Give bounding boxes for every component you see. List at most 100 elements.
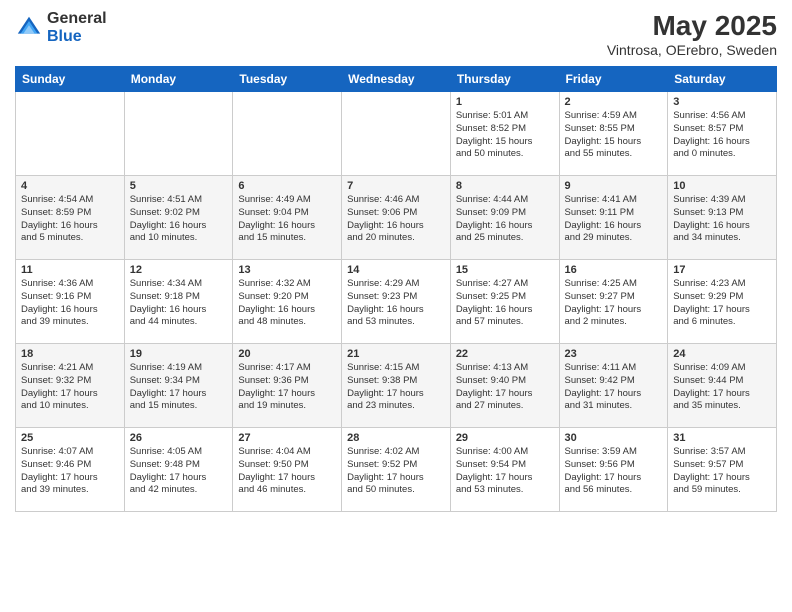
calendar-cell-w1-d3 — [342, 92, 451, 176]
calendar-cell-w1-d2 — [233, 92, 342, 176]
calendar-cell-w4-d3: 21 Sunrise: 4:15 AM Sunset: 9:38 PM Dayli… — [342, 344, 451, 428]
logo-text: General Blue — [47, 10, 107, 45]
day-info: Sunrise: 3:59 AM Sunset: 9:56 PM Dayligh… — [565, 446, 663, 497]
calendar-cell-w5-d5: 30 Sunrise: 3:59 AM Sunset: 9:56 PM Dayli… — [559, 428, 668, 512]
header: General Blue May 2025 Vintrosa, OErebro,… — [15, 10, 777, 58]
day-number: 10 — [673, 180, 771, 192]
day-number: 15 — [456, 264, 554, 276]
calendar-subtitle: Vintrosa, OErebro, Sweden — [607, 42, 777, 58]
calendar-cell-w2-d3: 7 Sunrise: 4:46 AM Sunset: 9:06 PM Daylig… — [342, 176, 451, 260]
day-number: 3 — [673, 96, 771, 108]
calendar-cell-w4-d2: 20Sunrise: 4:17 AM Sunset: 9:36 PM Dayli… — [233, 344, 342, 428]
day-info: Sunrise: 4:21 AM Sunset: 9:32 PM Dayligh… — [21, 362, 119, 413]
day-info: Sunrise: 4:46 AM Sunset: 9:06 PM Dayligh… — [347, 194, 445, 245]
day-number: 8 — [456, 180, 554, 192]
calendar-cell-w4-d1: 19Sunrise: 4:19 AM Sunset: 9:34 PM Dayli… — [124, 344, 233, 428]
day-number: 6 — [238, 180, 336, 192]
day-number: 30 — [565, 432, 663, 444]
header-thursday: Thursday — [450, 67, 559, 92]
calendar-cell-w3-d1: 12Sunrise: 4:34 AM Sunset: 9:18 PM Dayli… — [124, 260, 233, 344]
day-info: Sunrise: 4:02 AM Sunset: 9:52 PM Dayligh… — [347, 446, 445, 497]
calendar-header-row: Sunday Monday Tuesday Wednesday Thursday… — [16, 67, 777, 92]
day-info: Sunrise: 4:36 AM Sunset: 9:16 PM Dayligh… — [21, 278, 119, 329]
calendar-cell-w5-d4: 29Sunrise: 4:00 AM Sunset: 9:54 PM Dayli… — [450, 428, 559, 512]
calendar-cell-w5-d3: 28Sunrise: 4:02 AM Sunset: 9:52 PM Dayli… — [342, 428, 451, 512]
calendar-table: Sunday Monday Tuesday Wednesday Thursday… — [15, 66, 777, 512]
day-info: Sunrise: 4:49 AM Sunset: 9:04 PM Dayligh… — [238, 194, 336, 245]
calendar-cell-w3-d2: 13 Sunrise: 4:32 AM Sunset: 9:20 PM Dayli… — [233, 260, 342, 344]
day-number: 14 — [347, 264, 445, 276]
day-number: 1 — [456, 96, 554, 108]
calendar-cell-w2-d5: 9 Sunrise: 4:41 AM Sunset: 9:11 PM Daylig… — [559, 176, 668, 260]
calendar-cell-w3-d0: 11 Sunrise: 4:36 AM Sunset: 9:16 PM Dayli… — [16, 260, 125, 344]
day-number: 24 — [673, 348, 771, 360]
day-info: Sunrise: 4:51 AM Sunset: 9:02 PM Dayligh… — [130, 194, 228, 245]
calendar-title: May 2025 — [607, 10, 777, 42]
calendar-cell-w2-d6: 10 Sunrise: 4:39 AM Sunset: 9:13 PM Dayli… — [668, 176, 777, 260]
calendar-cell-w4-d0: 18 Sunrise: 4:21 AM Sunset: 9:32 PM Dayli… — [16, 344, 125, 428]
day-info: Sunrise: 4:23 AM Sunset: 9:29 PM Dayligh… — [673, 278, 771, 329]
day-info: Sunrise: 4:27 AM Sunset: 9:25 PM Dayligh… — [456, 278, 554, 329]
day-number: 11 — [21, 264, 119, 276]
day-info: Sunrise: 4:39 AM Sunset: 9:13 PM Dayligh… — [673, 194, 771, 245]
calendar-cell-w3-d6: 17 Sunrise: 4:23 AM Sunset: 9:29 PM Dayli… — [668, 260, 777, 344]
day-info: Sunrise: 4:59 AM Sunset: 8:55 PM Dayligh… — [565, 110, 663, 161]
week-row-4: 18 Sunrise: 4:21 AM Sunset: 9:32 PM Dayli… — [16, 344, 777, 428]
day-info: Sunrise: 4:04 AM Sunset: 9:50 PM Dayligh… — [238, 446, 336, 497]
logo-icon — [15, 14, 43, 42]
week-row-3: 11 Sunrise: 4:36 AM Sunset: 9:16 PM Dayli… — [16, 260, 777, 344]
day-number: 17 — [673, 264, 771, 276]
calendar-cell-w5-d0: 25 Sunrise: 4:07 AM Sunset: 9:46 PM Dayli… — [16, 428, 125, 512]
header-saturday: Saturday — [668, 67, 777, 92]
logo-blue: Blue — [47, 28, 107, 46]
calendar-cell-w1-d0 — [16, 92, 125, 176]
header-sunday: Sunday — [16, 67, 125, 92]
day-number: 13 — [238, 264, 336, 276]
day-info: Sunrise: 4:25 AM Sunset: 9:27 PM Dayligh… — [565, 278, 663, 329]
day-number: 5 — [130, 180, 228, 192]
calendar-cell-w5-d1: 26 Sunrise: 4:05 AM Sunset: 9:48 PM Dayli… — [124, 428, 233, 512]
day-info: Sunrise: 4:13 AM Sunset: 9:40 PM Dayligh… — [456, 362, 554, 413]
day-info: Sunrise: 4:41 AM Sunset: 9:11 PM Dayligh… — [565, 194, 663, 245]
calendar-cell-w4-d6: 24 Sunrise: 4:09 AM Sunset: 9:44 PM Dayli… — [668, 344, 777, 428]
day-info: Sunrise: 4:32 AM Sunset: 9:20 PM Dayligh… — [238, 278, 336, 329]
day-info: Sunrise: 4:19 AM Sunset: 9:34 PM Dayligh… — [130, 362, 228, 413]
day-number: 29 — [456, 432, 554, 444]
day-info: Sunrise: 4:29 AM Sunset: 9:23 PM Dayligh… — [347, 278, 445, 329]
day-info: Sunrise: 4:15 AM Sunset: 9:38 PM Dayligh… — [347, 362, 445, 413]
calendar-cell-w2-d2: 6 Sunrise: 4:49 AM Sunset: 9:04 PM Daylig… — [233, 176, 342, 260]
day-info: Sunrise: 4:07 AM Sunset: 9:46 PM Dayligh… — [21, 446, 119, 497]
calendar-cell-w5-d6: 31Sunrise: 3:57 AM Sunset: 9:57 PM Dayli… — [668, 428, 777, 512]
header-wednesday: Wednesday — [342, 67, 451, 92]
calendar-cell-w1-d5: 2 Sunrise: 4:59 AM Sunset: 8:55 PM Daylig… — [559, 92, 668, 176]
day-info: Sunrise: 4:11 AM Sunset: 9:42 PM Dayligh… — [565, 362, 663, 413]
day-number: 7 — [347, 180, 445, 192]
day-info: Sunrise: 4:09 AM Sunset: 9:44 PM Dayligh… — [673, 362, 771, 413]
calendar-cell-w1-d4: 1Sunrise: 5:01 AM Sunset: 8:52 PM Daylig… — [450, 92, 559, 176]
day-number: 2 — [565, 96, 663, 108]
calendar-cell-w3-d3: 14 Sunrise: 4:29 AM Sunset: 9:23 PM Dayli… — [342, 260, 451, 344]
day-info: Sunrise: 4:05 AM Sunset: 9:48 PM Dayligh… — [130, 446, 228, 497]
header-tuesday: Tuesday — [233, 67, 342, 92]
week-row-1: 1Sunrise: 5:01 AM Sunset: 8:52 PM Daylig… — [16, 92, 777, 176]
day-number: 16 — [565, 264, 663, 276]
day-number: 23 — [565, 348, 663, 360]
calendar-cell-w3-d4: 15 Sunrise: 4:27 AM Sunset: 9:25 PM Dayli… — [450, 260, 559, 344]
day-info: Sunrise: 4:54 AM Sunset: 8:59 PM Dayligh… — [21, 194, 119, 245]
day-number: 22 — [456, 348, 554, 360]
day-number: 9 — [565, 180, 663, 192]
day-number: 18 — [21, 348, 119, 360]
day-number: 12 — [130, 264, 228, 276]
week-row-5: 25 Sunrise: 4:07 AM Sunset: 9:46 PM Dayli… — [16, 428, 777, 512]
day-number: 27 — [238, 432, 336, 444]
calendar-cell-w4-d5: 23 Sunrise: 4:11 AM Sunset: 9:42 PM Dayli… — [559, 344, 668, 428]
day-info: Sunrise: 4:56 AM Sunset: 8:57 PM Dayligh… — [673, 110, 771, 161]
day-number: 26 — [130, 432, 228, 444]
week-row-2: 4Sunrise: 4:54 AM Sunset: 8:59 PM Daylig… — [16, 176, 777, 260]
calendar-cell-w1-d6: 3 Sunrise: 4:56 AM Sunset: 8:57 PM Daylig… — [668, 92, 777, 176]
day-number: 25 — [21, 432, 119, 444]
day-number: 31 — [673, 432, 771, 444]
calendar-page: General Blue May 2025 Vintrosa, OErebro,… — [0, 0, 792, 612]
header-monday: Monday — [124, 67, 233, 92]
day-number: 21 — [347, 348, 445, 360]
